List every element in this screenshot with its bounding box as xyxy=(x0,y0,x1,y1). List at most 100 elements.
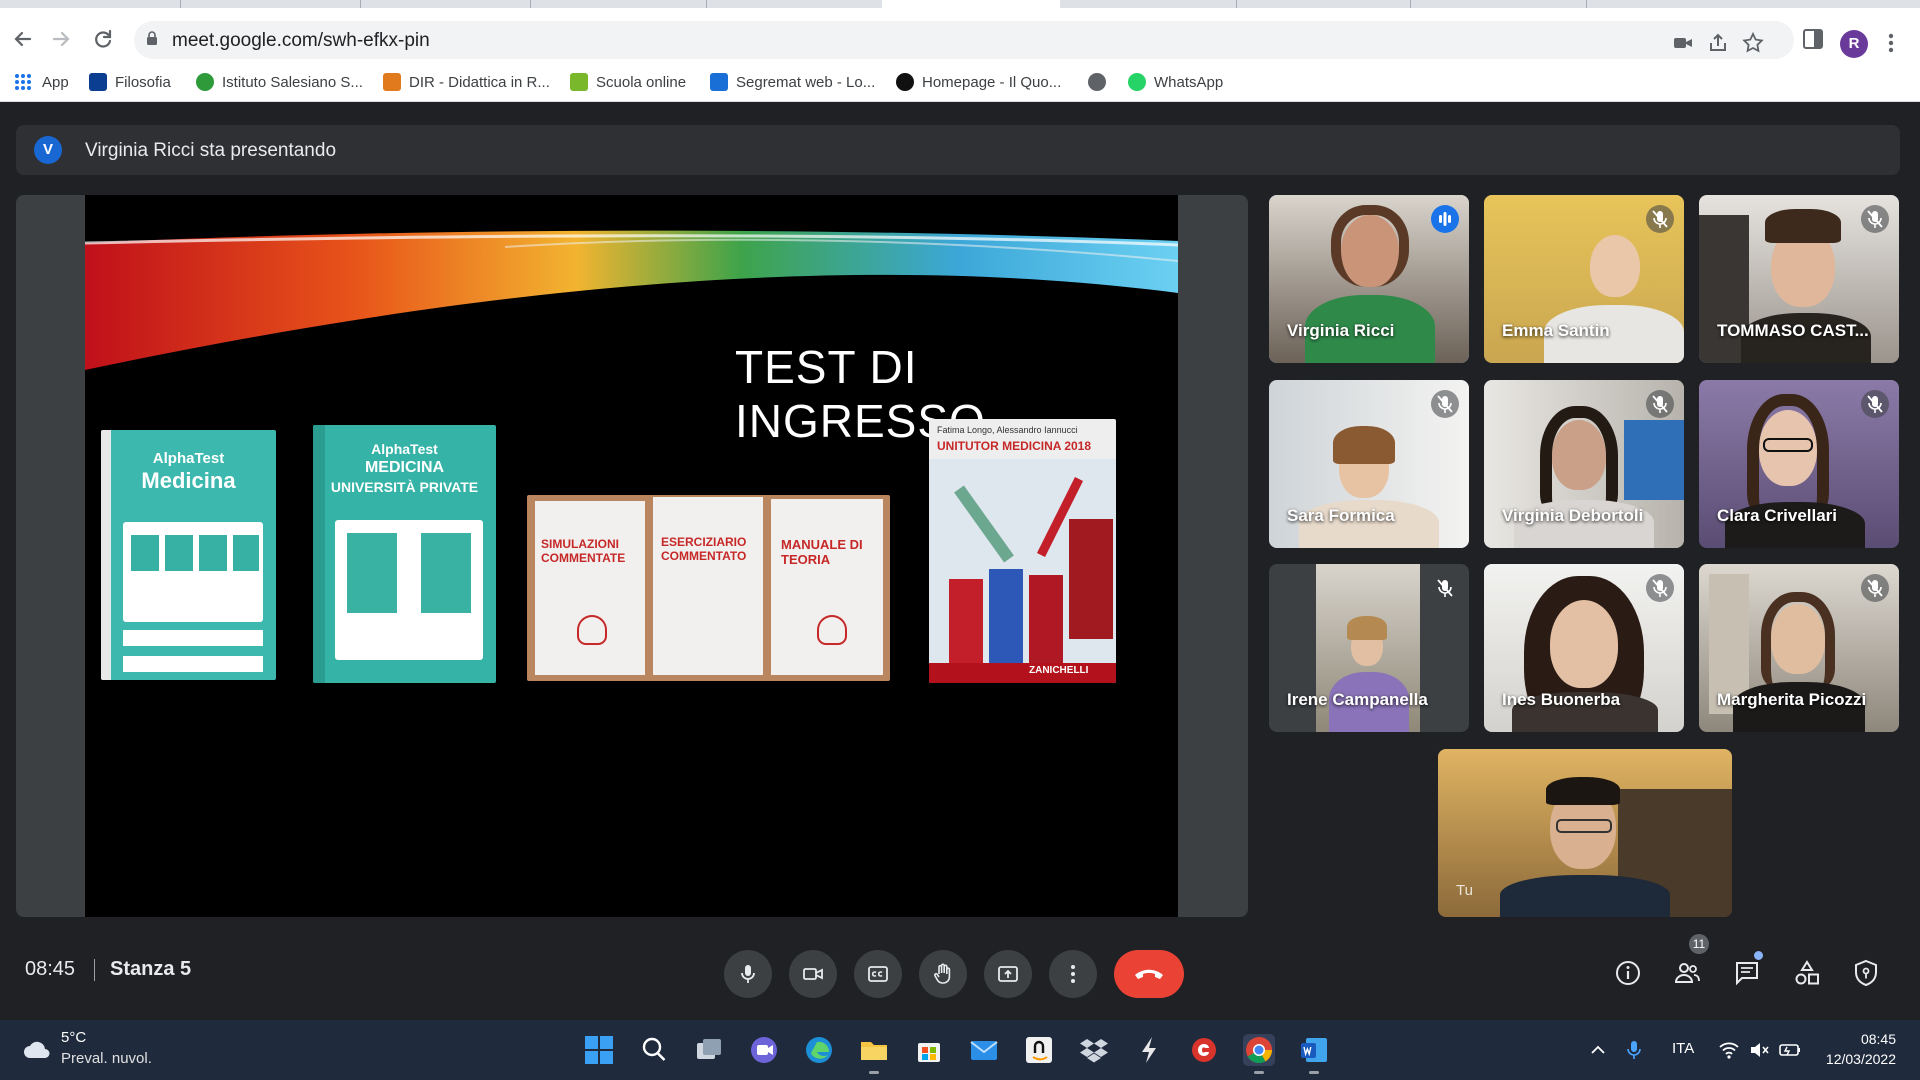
cloud-icon[interactable] xyxy=(22,1038,52,1060)
bookmark-apps[interactable]: App xyxy=(14,71,69,93)
dropbox-icon xyxy=(1080,1039,1108,1063)
volume-muted-icon[interactable] xyxy=(1748,1040,1770,1060)
hand-icon xyxy=(934,963,951,984)
present-screen-button[interactable] xyxy=(984,950,1032,998)
taskbar-store[interactable] xyxy=(913,1034,945,1066)
microphone-button[interactable] xyxy=(724,950,772,998)
bookmark-didattica[interactable]: DIR - Didattica in R... xyxy=(383,71,550,93)
participant-tile[interactable]: Virginia Debortoli xyxy=(1484,380,1684,548)
meeting-details-icon[interactable] xyxy=(1613,958,1643,988)
book-title: UNITUTOR MEDICINA 2018 xyxy=(937,439,1092,453)
book-title: MANUALE DI TEORIA xyxy=(781,537,863,567)
activities-icon[interactable] xyxy=(1792,958,1822,988)
presenter-text: Virginia Ricci sta presentando xyxy=(85,140,337,161)
book-alphatest-medicina: AlphaTest Medicina xyxy=(101,430,276,680)
self-view-tile[interactable]: Tu xyxy=(1438,749,1732,917)
taskbar-teams-chat[interactable] xyxy=(748,1034,780,1066)
more-options-button[interactable] xyxy=(1049,950,1097,998)
participant-name: TOMMASO CAST... xyxy=(1717,321,1869,340)
weather-temperature[interactable]: 5°C xyxy=(61,1029,86,1046)
host-controls-icon[interactable] xyxy=(1851,958,1881,988)
word-icon xyxy=(1301,1038,1327,1062)
participant-name: Sara Formica xyxy=(1287,506,1395,525)
folder-icon xyxy=(861,1042,887,1060)
windows-start-button[interactable] xyxy=(583,1034,615,1066)
side-panel-icon[interactable] xyxy=(1800,26,1826,52)
battery-icon[interactable] xyxy=(1778,1040,1802,1060)
participant-tile[interactable]: Virginia Ricci xyxy=(1269,195,1469,363)
active-tab[interactable] xyxy=(882,0,1060,8)
people-icon[interactable] xyxy=(1672,958,1702,988)
leave-call-button[interactable] xyxy=(1114,950,1184,998)
forward-button[interactable] xyxy=(46,24,76,54)
chat-icon[interactable] xyxy=(1732,958,1762,988)
tab-separator xyxy=(1410,0,1411,8)
profile-avatar[interactable]: R xyxy=(1840,30,1868,58)
taskbar-file-explorer[interactable] xyxy=(858,1034,890,1074)
taskbar-chrome[interactable] xyxy=(1243,1034,1275,1074)
presentation-stage[interactable]: TEST DI INGRESSO AlphaTest Medicina Alph… xyxy=(16,195,1248,917)
address-bar[interactable]: meet.google.com/swh-efkx-pin xyxy=(134,21,1794,59)
back-button[interactable] xyxy=(8,24,38,54)
participant-tile[interactable]: Sara Formica xyxy=(1269,380,1469,548)
taskbar-word[interactable] xyxy=(1298,1034,1330,1074)
chevron-up-icon[interactable] xyxy=(1588,1040,1608,1060)
star-icon[interactable] xyxy=(1741,31,1765,55)
participant-tile[interactable]: Emma Santin xyxy=(1484,195,1684,363)
participant-tile[interactable]: TOMMASO CAST... xyxy=(1699,195,1899,363)
arrow-left-icon xyxy=(14,31,32,47)
taskbar-app-bolt[interactable] xyxy=(1133,1034,1165,1066)
participant-name: Clara Crivellari xyxy=(1717,506,1838,525)
taskbar-search[interactable] xyxy=(638,1034,670,1066)
system-clock[interactable]: 08:45 12/03/2022 xyxy=(1816,1029,1896,1069)
camera-in-use-icon[interactable] xyxy=(1671,31,1695,55)
mic-off-icon xyxy=(1437,579,1453,597)
bookmark-scuola-online[interactable]: Scuola online xyxy=(570,71,686,93)
task-view-button[interactable] xyxy=(693,1034,725,1066)
lightning-icon xyxy=(1142,1037,1156,1063)
bookmark-istituto-salesiano[interactable]: Istituto Salesiano S... xyxy=(196,71,363,93)
salesiano-icon xyxy=(196,73,214,91)
raise-hand-button[interactable] xyxy=(919,950,967,998)
reload-button[interactable] xyxy=(88,24,118,54)
bookmark-globe[interactable] xyxy=(1088,71,1114,93)
taskbar-amazon[interactable] xyxy=(1023,1034,1055,1066)
mic-off-icon xyxy=(1867,395,1883,413)
captions-button[interactable] xyxy=(854,950,902,998)
muted-indicator xyxy=(1646,390,1674,418)
participant-name: Virginia Ricci xyxy=(1287,321,1395,340)
camera-button[interactable] xyxy=(789,950,837,998)
tab-strip xyxy=(0,0,1920,8)
participant-count-badge: 11 xyxy=(1689,934,1709,954)
bookmark-filosofia[interactable]: Filosofia xyxy=(89,71,171,93)
book-unitutor-medicina: Fatima Longo, Alessandro Iannucci UNITUT… xyxy=(929,419,1116,683)
search-icon xyxy=(642,1037,666,1061)
book-brand: AlphaTest xyxy=(371,441,438,457)
chat-notification-dot xyxy=(1754,951,1763,960)
meet-window: V Virginia Ricci sta presentando TEST DI… xyxy=(0,103,1920,1020)
globe-icon xyxy=(1088,73,1106,91)
whatsapp-icon xyxy=(1128,73,1146,91)
participant-tile[interactable]: Ines Buonerba xyxy=(1484,564,1684,732)
muted-indicator xyxy=(1861,390,1889,418)
bookmark-label: Homepage - Il Quo... xyxy=(922,73,1062,91)
mic-off-icon xyxy=(1652,395,1668,413)
input-language[interactable]: ITA xyxy=(1672,1040,1694,1057)
bookmark-homepage[interactable]: Homepage - Il Quo... xyxy=(896,71,1061,93)
participant-tile[interactable]: Margherita Picozzi xyxy=(1699,564,1899,732)
participant-tile[interactable]: Irene Campanella xyxy=(1269,564,1469,732)
bookmark-segremat[interactable]: Segremat web - Lo... xyxy=(710,71,875,93)
mic-tray-icon[interactable] xyxy=(1624,1038,1644,1062)
taskbar-app-red[interactable] xyxy=(1188,1034,1220,1066)
wifi-icon[interactable] xyxy=(1718,1040,1740,1060)
bookmark-whatsapp[interactable]: WhatsApp xyxy=(1128,71,1223,93)
chrome-icon xyxy=(1246,1037,1273,1064)
taskbar-edge[interactable] xyxy=(803,1034,835,1066)
participant-tile[interactable]: Clara Crivellari xyxy=(1699,380,1899,548)
taskbar-mail[interactable] xyxy=(968,1034,1000,1066)
taskbar-dropbox[interactable] xyxy=(1078,1034,1110,1066)
weather-description[interactable]: Preval. nuvol. xyxy=(61,1050,152,1067)
browser-menu-button[interactable] xyxy=(1885,28,1897,58)
mic-off-icon xyxy=(1437,395,1453,413)
share-icon[interactable] xyxy=(1706,31,1730,55)
